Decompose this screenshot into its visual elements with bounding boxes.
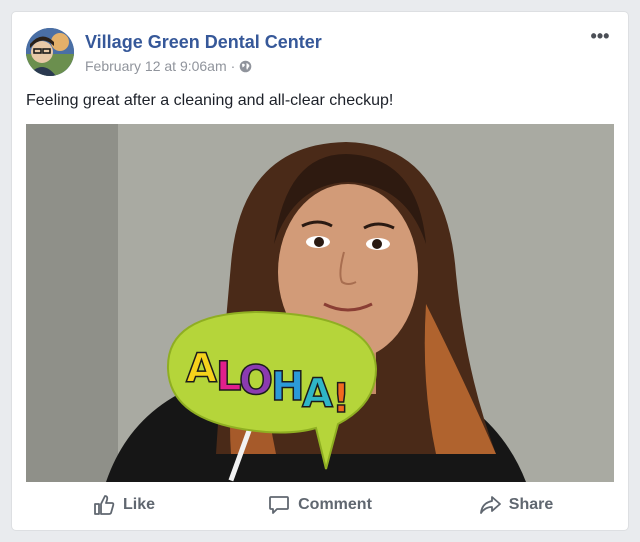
post-meta: February 12 at 9:06am · — [85, 58, 252, 74]
post-actions-bar: Like Comment Share — [26, 488, 614, 522]
like-label: Like — [122, 496, 155, 513]
post-header: Village Green Dental Center February 12 … — [26, 27, 614, 80]
sign-letter-a: A — [186, 346, 217, 392]
sign-letter-a2: A — [302, 371, 333, 417]
share-button[interactable]: Share — [418, 488, 614, 522]
globe-icon[interactable] — [239, 60, 252, 73]
comment-icon — [268, 494, 290, 516]
post-text: Feeling great after a cleaning and all-c… — [26, 92, 394, 109]
sign-letter-o: O — [239, 358, 273, 404]
sign-letter-h: H — [271, 364, 304, 410]
thumbs-up-icon — [93, 494, 115, 516]
sign-letter-l: L — [216, 354, 242, 400]
comment-label: Comment — [298, 496, 372, 513]
post-photo[interactable]: A L O H A ! — [26, 124, 614, 482]
share-label: Share — [508, 496, 554, 513]
meta-separator: · — [230, 58, 236, 74]
post-timestamp[interactable]: February 12 at 9:06am — [85, 58, 227, 74]
comment-button[interactable]: Comment — [222, 488, 418, 522]
sign-letter-exclaim: ! — [332, 376, 350, 422]
share-icon — [479, 494, 501, 516]
page-name-link[interactable]: Village Green Dental Center — [85, 32, 322, 53]
like-button[interactable]: Like — [26, 488, 222, 522]
more-options-icon[interactable]: ••• — [586, 27, 614, 50]
page-avatar[interactable] — [26, 28, 74, 76]
post-card: Village Green Dental Center February 12 … — [12, 12, 628, 530]
